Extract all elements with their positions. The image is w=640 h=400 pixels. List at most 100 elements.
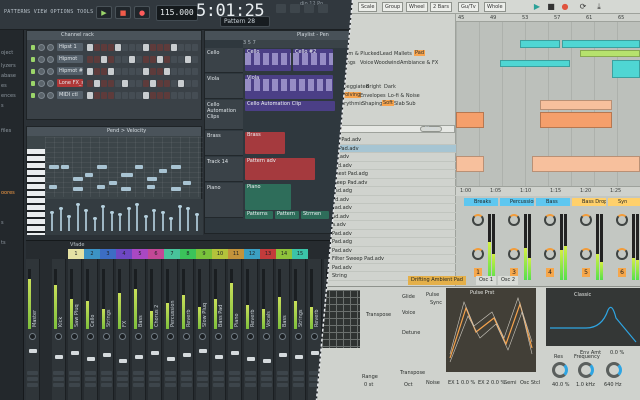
- mixer-strip[interactable]: Chorus 2: [148, 259, 162, 400]
- step-button[interactable]: [101, 92, 107, 99]
- playlist-track[interactable]: Track 14: [205, 157, 243, 182]
- send-slot[interactable]: [181, 383, 192, 387]
- send-slot[interactable]: [293, 371, 304, 375]
- step-button[interactable]: [192, 44, 198, 51]
- step-button[interactable]: [87, 92, 93, 99]
- send-slot[interactable]: [261, 371, 272, 375]
- track-header[interactable]: Syn: [608, 198, 640, 206]
- pan-knob[interactable]: [183, 333, 190, 340]
- midi-note[interactable]: [147, 185, 155, 189]
- step-button[interactable]: [115, 80, 121, 87]
- step-button[interactable]: [157, 56, 163, 63]
- tag-sub[interactable]: Sub: [406, 101, 416, 107]
- send-slot[interactable]: [261, 377, 272, 381]
- mixer-track-number[interactable]: 6: [148, 249, 164, 259]
- channel-rack-toggle-icon[interactable]: [304, 4, 314, 13]
- env-value[interactable]: 0.0 %: [610, 350, 624, 356]
- fx1-amount[interactable]: EX 1 0.0 %: [448, 380, 475, 386]
- velocity-bar[interactable]: [67, 215, 71, 231]
- send-slot[interactable]: [245, 377, 256, 381]
- channel-pan-knob[interactable]: [38, 92, 45, 99]
- channel-row[interactable]: Hipst 1: [29, 43, 201, 52]
- pan-knob[interactable]: [55, 333, 62, 340]
- tag-voice[interactable]: Voice: [360, 60, 373, 66]
- pan-knob[interactable]: [199, 333, 206, 340]
- midi-note[interactable]: [183, 181, 191, 185]
- mixer-strip[interactable]: Cello: [84, 259, 98, 400]
- pan-knob[interactable]: [508, 248, 520, 260]
- browser-item[interactable]: files: [1, 128, 11, 134]
- mixer-strip[interactable]: Strings: [292, 259, 306, 400]
- pan-knob[interactable]: [135, 333, 142, 340]
- send-slot[interactable]: [229, 371, 240, 375]
- tag-ambiance[interactable]: Ambiance & FX: [400, 60, 438, 66]
- step-button[interactable]: [143, 68, 149, 75]
- browser-item[interactable]: lyzers: [1, 63, 16, 69]
- send-slot[interactable]: [197, 383, 208, 387]
- send-slot[interactable]: [69, 371, 80, 375]
- mixer-track-number[interactable]: 14: [276, 249, 292, 259]
- send-knob[interactable]: [472, 214, 484, 226]
- step-button[interactable]: [87, 80, 93, 87]
- playlist-track[interactable]: Cello: [205, 48, 243, 73]
- step-button[interactable]: [122, 56, 128, 63]
- tag-dark[interactable]: Dark: [384, 84, 396, 90]
- clear-button[interactable]: Clear: [420, 126, 442, 132]
- mixer-track-number[interactable]: 12: [244, 249, 260, 259]
- send-slot[interactable]: [69, 377, 80, 381]
- clip-strmen[interactable]: Strmen: [301, 211, 329, 219]
- arrangement-ruler[interactable]: 45 49 53 57 61 65: [456, 14, 640, 22]
- channel-row[interactable]: MIDI ctl: [29, 91, 201, 100]
- send-slot[interactable]: [213, 371, 224, 375]
- send-slot[interactable]: [165, 371, 176, 375]
- frequency2-knob[interactable]: [606, 362, 622, 378]
- midi-note[interactable]: [159, 169, 167, 173]
- piano-keyboard[interactable]: [27, 149, 45, 235]
- velocity-bar[interactable]: [50, 211, 54, 231]
- pan-knob[interactable]: [263, 333, 270, 340]
- channel-name-button[interactable]: Lone FX_sinog: [57, 79, 83, 87]
- channel-mute-led[interactable]: [31, 69, 35, 74]
- mixer-track-number[interactable]: 13: [260, 249, 276, 259]
- volume-fader[interactable]: [279, 353, 287, 357]
- track-activator[interactable]: 6: [618, 268, 626, 277]
- track-header[interactable]: Percussion: [500, 198, 534, 206]
- osc1-tab[interactable]: Osc 1: [476, 276, 497, 285]
- time-ruler[interactable]: 1:00 1:05 1:10 1:15 1:20 1:25: [456, 186, 640, 196]
- step-button[interactable]: [129, 56, 135, 63]
- step-button[interactable]: [94, 44, 100, 51]
- step-button[interactable]: [178, 80, 184, 87]
- step-button[interactable]: [129, 92, 135, 99]
- mixer-track-number[interactable]: 1: [68, 249, 84, 259]
- step-button[interactable]: [136, 44, 142, 51]
- send-slot[interactable]: [229, 377, 240, 381]
- step-button[interactable]: [185, 44, 191, 51]
- pan-knob[interactable]: [544, 248, 556, 260]
- step-button[interactable]: [178, 56, 184, 63]
- velocity-bar[interactable]: [177, 205, 182, 231]
- record-button[interactable]: ●: [134, 6, 150, 19]
- tag-pad[interactable]: Pad: [414, 50, 426, 56]
- step-button[interactable]: [157, 92, 163, 99]
- channel-volume-knob[interactable]: [47, 92, 54, 99]
- send-slot[interactable]: [309, 377, 320, 381]
- step-button[interactable]: [115, 68, 121, 75]
- step-button[interactable]: [108, 44, 114, 51]
- step-button[interactable]: [122, 44, 128, 51]
- wheel-field[interactable]: Wheel: [406, 2, 428, 12]
- playlist-track[interactable]: Brass: [205, 131, 243, 156]
- mixer-track-number[interactable]: 8: [180, 249, 196, 259]
- mixer-strip[interactable]: Master: [26, 259, 40, 400]
- send-slot[interactable]: [165, 383, 176, 387]
- send-slot[interactable]: [85, 371, 96, 375]
- send-slot[interactable]: [213, 383, 224, 387]
- step-button[interactable]: [87, 68, 93, 75]
- velocity-lane[interactable]: [45, 199, 203, 235]
- step-button[interactable]: [94, 56, 100, 63]
- channel-pan-knob[interactable]: [38, 68, 45, 75]
- velocity-bar[interactable]: [194, 213, 199, 231]
- osc2-tab[interactable]: Osc 2: [498, 276, 519, 285]
- piano-roll-toggle-icon[interactable]: [290, 4, 300, 13]
- mixer-strip[interactable]: Kick: [52, 259, 66, 400]
- arrangement-clip[interactable]: [456, 112, 484, 128]
